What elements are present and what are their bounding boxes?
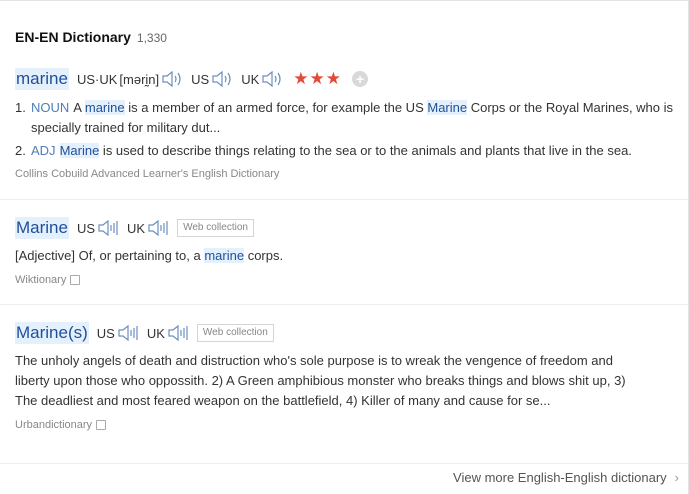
highlight-term: marine — [204, 248, 245, 263]
dictionary-header: EN-EN Dictionary 1,330 — [15, 29, 167, 45]
view-more-label: View more English-English dictionary — [453, 470, 667, 485]
web-collection-tag[interactable]: Web collection — [196, 324, 274, 342]
urban-definition: The unholy angels of death and distructi… — [15, 351, 683, 411]
speaker-icon[interactable] — [97, 219, 119, 237]
collins-source[interactable]: Collins Cobuild Advanced Learner's Engli… — [15, 168, 683, 180]
sense-1: 1. NOUN A marine is a member of an armed … — [15, 98, 683, 138]
star-icon: ★ — [293, 69, 309, 88]
definition-line: liberty upon those who oppossith. 2) A G… — [15, 373, 626, 388]
uk-label: UK — [241, 71, 260, 87]
wiktionary-headword[interactable]: Marine — [15, 217, 69, 239]
sense-number: 1. — [15, 100, 26, 115]
speaker-icon[interactable] — [161, 70, 183, 88]
definition-text: corps. — [244, 248, 284, 263]
collins-headword[interactable]: marine — [15, 68, 69, 90]
definition-line: The unholy angels of death and distructi… — [15, 353, 613, 368]
view-more-link[interactable]: View more English-English dictionary › — [453, 470, 679, 485]
pron-both-label: US·UK — [76, 71, 118, 87]
urban-headword[interactable]: Marine(s) — [15, 322, 89, 344]
source-label: Wiktionary — [15, 274, 67, 286]
web-collection-tag[interactable]: Web collection — [177, 219, 254, 237]
us-label: US — [96, 325, 115, 341]
sense-number: 2. — [15, 143, 26, 158]
sense-text: is a member of an armed force, for examp… — [124, 100, 428, 115]
collins-source-wrap: Collins Cobuild Advanced Learner's Engli… — [15, 168, 683, 180]
result-count: 1,330 — [136, 31, 167, 45]
urban-source[interactable]: Urbandictionary — [15, 419, 683, 431]
definition-text: [Adjective] Of, or pertaining to, a — [15, 248, 205, 263]
wiktionary-source-wrap: Wiktionary — [15, 274, 683, 286]
uk-label: UK — [127, 220, 146, 236]
collins-pron-both: US·UK [mərḭn] — [77, 70, 183, 88]
urban-entry: Marine(s) US UK Web collection — [15, 320, 683, 346]
us-label: US — [76, 220, 96, 236]
part-of-speech: NOUN — [31, 100, 70, 115]
divider — [0, 199, 689, 200]
sense-body: ADJ Marine is used to describe things rel… — [31, 141, 683, 161]
sense-body: NOUN A marine is a member of an armed for… — [31, 98, 683, 138]
wiktionary-source[interactable]: Wiktionary — [15, 274, 683, 286]
wiktionary-definition: [Adjective] Of, or pertaining to, a mari… — [15, 246, 683, 266]
dictionary-title: EN-EN Dictionary — [15, 29, 131, 45]
collins-entry: marine US·UK [mərḭn] US UK ★ ★ ★ + — [15, 66, 683, 92]
wiktionary-headword-row: Marine US UK Web collection — [15, 215, 683, 241]
collins-headword-row: marine US·UK [mərḭn] US UK ★ ★ ★ + — [15, 66, 683, 92]
add-word-button[interactable]: + — [352, 71, 369, 87]
highlight-term: Marine — [427, 100, 468, 115]
sense-text: A — [73, 100, 85, 115]
wiktionary-pron-us: US — [77, 219, 119, 237]
sense-text: is used to describe things relating to t… — [99, 143, 632, 158]
speaker-icon[interactable] — [261, 70, 283, 88]
highlight-term: Marine — [59, 143, 100, 158]
urban-pron-us: US — [97, 324, 139, 342]
star-icon: ★ — [325, 69, 342, 88]
chevron-right-icon: › — [674, 470, 679, 485]
collins-pron-us: US — [191, 70, 233, 88]
ipa-text: [mərḭn] — [119, 71, 160, 87]
sense-2: 2. ADJ Marine is used to describe things … — [15, 141, 683, 161]
external-link-icon — [96, 420, 107, 430]
urban-pron-uk: UK — [147, 324, 189, 342]
collins-pron-uk: UK — [241, 70, 283, 88]
urban-headword-row: Marine(s) US UK Web collection — [15, 320, 683, 346]
part-of-speech: ADJ — [31, 143, 56, 158]
us-label: US — [191, 71, 210, 87]
frequency-stars: ★ ★ ★ — [293, 70, 342, 88]
external-link-icon — [70, 275, 81, 285]
definition-line: The deadliest and most feared weapon on … — [15, 393, 551, 408]
urban-source-wrap: Urbandictionary — [15, 419, 683, 431]
uk-label: UK — [146, 325, 165, 341]
speaker-icon[interactable] — [117, 324, 139, 342]
speaker-icon[interactable] — [147, 219, 169, 237]
highlight-term: marine — [84, 100, 125, 115]
top-border — [0, 0, 689, 1]
star-icon: ★ — [309, 69, 325, 88]
wiktionary-pron-uk: UK — [127, 219, 169, 237]
divider — [0, 463, 689, 464]
wiktionary-entry: Marine US UK Web collection — [15, 215, 683, 241]
speaker-icon[interactable] — [167, 324, 189, 342]
source-label: Urbandictionary — [15, 419, 93, 431]
speaker-icon[interactable] — [211, 70, 233, 88]
divider — [0, 304, 689, 305]
